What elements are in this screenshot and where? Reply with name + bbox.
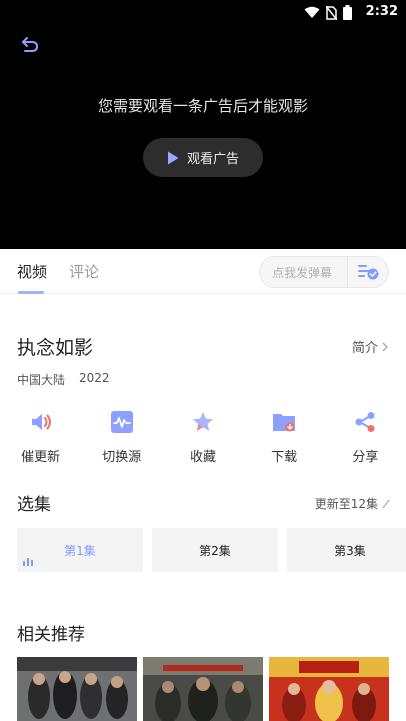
star-icon	[192, 412, 213, 431]
episode-3-button[interactable]: 第3集	[287, 528, 406, 572]
episodes-title: 选集	[17, 495, 51, 515]
download-folder-icon	[273, 414, 296, 432]
switch-source-label: 切换源	[102, 450, 142, 465]
watch-ad-button[interactable]: 观看广告	[143, 138, 263, 177]
danmu-settings-icon	[358, 265, 379, 280]
danmu-placeholder: 点我发弹幕	[272, 265, 333, 280]
back-arrow-icon[interactable]	[20, 34, 40, 54]
share-label: 分享	[352, 450, 379, 465]
playing-bars-icon	[23, 558, 33, 566]
share-button[interactable]: 分享	[325, 410, 406, 465]
episode-3-label: 第3集	[334, 543, 366, 558]
danmu-settings-button[interactable]	[348, 256, 388, 288]
episode-2-label: 第2集	[199, 543, 231, 558]
urge-update-label: 催更新	[21, 450, 61, 465]
download-button[interactable]: 下载	[244, 410, 325, 465]
active-tab-indicator	[18, 291, 44, 294]
recommend-list	[17, 657, 389, 721]
intro-label: 简介	[351, 341, 378, 356]
action-row: 催更新 切换源 收藏 下载 分享	[0, 410, 406, 465]
speaker-icon	[31, 414, 51, 430]
switch-source-button[interactable]: 切换源	[81, 410, 162, 465]
recommend-title: 相关推荐	[17, 625, 85, 645]
wifi-icon	[304, 6, 320, 18]
download-label: 下载	[271, 450, 298, 465]
share-icon	[355, 412, 375, 432]
no-sim-icon	[326, 5, 337, 20]
poster-image	[143, 657, 263, 721]
intro-link[interactable]: 简介	[352, 337, 388, 356]
recommend-poster-3[interactable]	[269, 657, 389, 721]
favorite-button[interactable]: 收藏	[162, 410, 243, 465]
video-player[interactable]: 2:32 您需要观看一条广告后才能观影 观看广告	[0, 0, 406, 249]
episode-list: 第1集 第2集 第3集	[17, 528, 406, 572]
poster-image	[269, 657, 389, 721]
waveform-icon	[110, 411, 133, 433]
recommend-poster-2[interactable]	[143, 657, 263, 721]
chevron-right-icon	[382, 342, 388, 351]
chevron-right-icon	[382, 499, 390, 508]
tab-video[interactable]: 视频	[17, 261, 47, 282]
play-icon	[167, 151, 179, 164]
show-region: 中国大陆	[17, 373, 66, 387]
danmu-input[interactable]: 点我发弹幕	[259, 256, 389, 288]
ad-message: 您需要观看一条广告后才能观影	[97, 97, 308, 115]
episodes-update-label: 更新至12集	[314, 497, 378, 511]
battery-icon	[343, 5, 352, 20]
status-bar: 2:32	[0, 0, 406, 24]
episode-1-button[interactable]: 第1集	[17, 528, 143, 572]
tab-comments[interactable]: 评论	[69, 261, 99, 282]
show-meta: 中国大陆 2022	[17, 371, 110, 388]
watch-ad-label: 观看广告	[186, 152, 239, 167]
episode-1-label: 第1集	[64, 543, 96, 558]
recommend-poster-1[interactable]	[17, 657, 137, 721]
show-year: 2022	[79, 371, 110, 385]
clock: 2:32	[365, 4, 398, 19]
episode-2-button[interactable]: 第2集	[152, 528, 278, 572]
favorite-label: 收藏	[189, 450, 216, 465]
episodes-update-link[interactable]: 更新至12集	[315, 495, 390, 512]
urge-update-button[interactable]: 催更新	[0, 410, 81, 465]
show-title: 执念如影	[17, 337, 94, 359]
poster-image	[17, 657, 137, 721]
